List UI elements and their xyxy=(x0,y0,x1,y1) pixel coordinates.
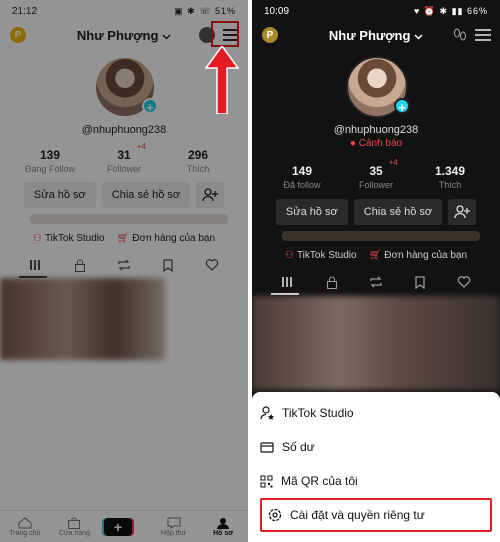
profile-actions: Sửa hồ sơ Chia sẻ hồ sơ xyxy=(252,199,500,225)
link-label: Đơn hàng của bạn xyxy=(384,250,468,261)
hamburger-menu-icon[interactable] xyxy=(474,28,492,42)
orders-link[interactable]: 🛒︎ Đơn hàng của bạn xyxy=(369,250,467,261)
profile-topbar: P Như Phượng xyxy=(252,22,500,48)
active-tab-indicator xyxy=(271,293,299,295)
warning-link[interactable]: ● Cảnh báo xyxy=(252,138,500,149)
follower-new-badge: +4 xyxy=(388,158,398,167)
lock-icon xyxy=(327,276,337,289)
status-time: 10:09 xyxy=(264,5,290,17)
warning-label: Cảnh báo xyxy=(358,138,403,149)
username-label: Như Phượng xyxy=(328,27,411,43)
settings-icon xyxy=(268,508,282,522)
red-arrow-pointer xyxy=(204,46,240,114)
cart-icon: 🛒︎ xyxy=(368,250,382,261)
chevron-down-icon xyxy=(414,33,423,40)
status-bar: 10:09 ♥ ⏰ ✱ ▮▮ 66% xyxy=(252,0,500,22)
right-screenshot: 10:09 ♥ ⏰ ✱ ▮▮ 66% P Như Phượng + @nhuph… xyxy=(252,0,500,542)
left-screenshot: 21:12 ▣ ✱ ☏ 51% P Như Phượng + @nhuphuon… xyxy=(0,0,248,542)
bio-placeholder xyxy=(282,231,480,241)
menu-item-settings-privacy[interactable]: Cài đặt và quyền riêng tư xyxy=(260,498,492,532)
video-thumbnail[interactable] xyxy=(252,296,500,390)
menu-item-label: Số dư xyxy=(282,440,315,454)
stat-likes[interactable]: 1.349 Thích xyxy=(422,164,478,190)
share-profile-button[interactable]: Chia sẻ hồ sơ xyxy=(353,199,443,225)
quick-links: ⚇ TikTok Studio 🛒︎ Đơn hàng của bạn xyxy=(252,250,500,261)
handle: @nhuphuong238 xyxy=(333,124,419,136)
stats-row: 149 Đã follow +4 35 Follower 1.349 Thích xyxy=(252,158,500,190)
stat-followers[interactable]: +4 35 Follower xyxy=(348,158,404,190)
stat-value: 1.349 xyxy=(434,164,466,178)
add-friend-button[interactable] xyxy=(448,199,477,225)
warning-icon: ● xyxy=(349,138,356,149)
tab-favorites[interactable] xyxy=(410,272,430,292)
tab-videos[interactable] xyxy=(278,272,298,292)
bookmark-icon xyxy=(415,275,425,289)
tiktok-studio-link[interactable]: ⚇ TikTok Studio xyxy=(285,250,357,261)
menu-item-qr-code[interactable]: Mã QR của tôi xyxy=(260,464,492,498)
studio-icon xyxy=(260,406,274,420)
grid-icon xyxy=(282,277,292,287)
stat-label: Follower xyxy=(358,180,393,190)
wallet-icon xyxy=(260,442,274,453)
stat-label: Đã follow xyxy=(283,180,321,190)
status-icons: ♥ ⏰ ✱ ▮▮ 66% xyxy=(413,5,488,16)
edit-profile-button[interactable]: Sửa hồ sơ xyxy=(275,199,348,225)
repost-icon xyxy=(370,276,382,288)
link-label: TikTok Studio xyxy=(296,250,357,261)
studio-icon: ⚇ xyxy=(284,250,294,261)
profile-menu-sheet: TikTok Studio Số dư Mã QR của tôi Cài đặ… xyxy=(252,392,500,542)
menu-item-balance[interactable]: Số dư xyxy=(260,430,492,464)
stat-value: 149 xyxy=(291,164,313,178)
menu-item-label: Mã QR của tôi xyxy=(281,474,358,488)
content-tabs xyxy=(252,272,500,292)
footprints-icon[interactable] xyxy=(452,27,468,43)
stat-following[interactable]: 149 Đã follow xyxy=(274,164,330,190)
stat-label: Thích xyxy=(438,180,462,190)
tab-reposts[interactable] xyxy=(366,272,386,292)
tab-liked[interactable] xyxy=(454,272,474,292)
avatar[interactable]: + xyxy=(346,56,410,118)
qr-icon xyxy=(260,475,273,487)
menu-item-tiktok-studio[interactable]: TikTok Studio xyxy=(260,396,492,430)
add-photo-icon[interactable]: + xyxy=(394,98,410,115)
heart-icon xyxy=(457,276,471,288)
menu-item-label: Cài đặt và quyền riêng tư xyxy=(290,508,425,522)
add-user-icon xyxy=(454,205,471,219)
tab-private[interactable] xyxy=(322,272,342,292)
menu-item-label: TikTok Studio xyxy=(282,406,354,420)
